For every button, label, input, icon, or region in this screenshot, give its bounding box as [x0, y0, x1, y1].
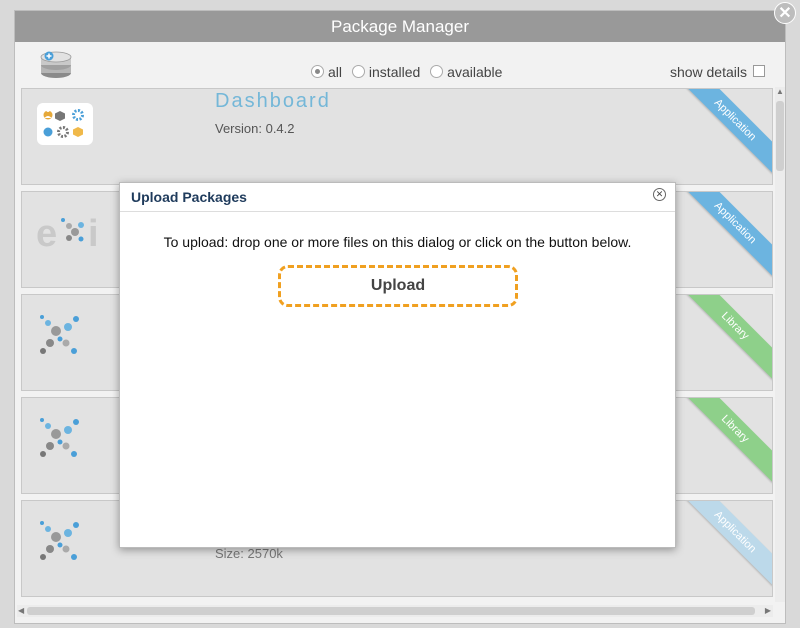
- radio-available[interactable]: [430, 65, 444, 78]
- package-type-ribbon: Application: [681, 501, 772, 586]
- vertical-scroll-thumb[interactable]: [776, 101, 784, 171]
- scroll-right-arrow-icon[interactable]: ▶: [765, 606, 771, 615]
- horizontal-scroll-thumb[interactable]: [27, 607, 755, 615]
- svg-text:e: e: [36, 213, 57, 254]
- vertical-scrollbar[interactable]: ▲: [775, 87, 785, 602]
- close-window-button[interactable]: ✕: [774, 2, 796, 24]
- package-version: Version: 0.4.2: [215, 121, 295, 136]
- upload-button[interactable]: Upload: [278, 265, 518, 307]
- package-type-ribbon: Application: [681, 89, 772, 174]
- exist-logo-icon: e i: [36, 208, 106, 259]
- toolbar: all installed available show details: [15, 42, 785, 87]
- dialog-title: Upload Packages: [120, 183, 675, 212]
- package-filter: all installed available: [311, 64, 508, 80]
- scroll-left-arrow-icon[interactable]: ◀: [18, 606, 24, 615]
- show-details-checkbox[interactable]: [753, 65, 765, 77]
- filter-all-label: all: [328, 64, 343, 80]
- scroll-up-arrow-icon[interactable]: ▲: [776, 87, 784, 96]
- upload-instructions: To upload: drop one or more files on thi…: [163, 234, 632, 250]
- package-x-icon: [38, 313, 82, 362]
- package-type-ribbon: Application: [681, 192, 772, 277]
- upload-dialog: Upload Packages ✕ To upload: drop one or…: [119, 182, 676, 548]
- filter-available[interactable]: available: [430, 64, 502, 80]
- package-name: Dashboard: [215, 90, 331, 112]
- radio-all[interactable]: [311, 65, 324, 78]
- package-size: Size: 2570k: [215, 546, 283, 561]
- window-title: Package Manager: [15, 11, 785, 42]
- svg-text:i: i: [88, 213, 99, 254]
- filter-available-label: available: [447, 64, 503, 80]
- horizontal-scrollbar[interactable]: ◀ ▶: [17, 605, 773, 617]
- dashboard-icon: [37, 103, 93, 150]
- package-type-ribbon: Library: [681, 398, 772, 483]
- close-icon: ✕: [655, 189, 664, 199]
- filter-all[interactable]: all: [311, 64, 342, 80]
- database-icon: [39, 48, 73, 85]
- package-type-ribbon: Library: [681, 295, 772, 380]
- radio-installed[interactable]: [351, 65, 365, 78]
- dialog-close-button[interactable]: ✕: [653, 188, 666, 201]
- close-icon: ✕: [778, 5, 792, 22]
- show-details-label: show details: [669, 64, 747, 80]
- show-details-toggle[interactable]: show details: [670, 64, 765, 80]
- package-card[interactable]: Dashboard Version: 0.4.2 Application: [21, 88, 773, 185]
- package-x-icon: [38, 416, 82, 465]
- filter-installed-label: installed: [368, 64, 421, 80]
- filter-installed[interactable]: installed: [351, 64, 421, 80]
- package-x-icon: [38, 519, 82, 568]
